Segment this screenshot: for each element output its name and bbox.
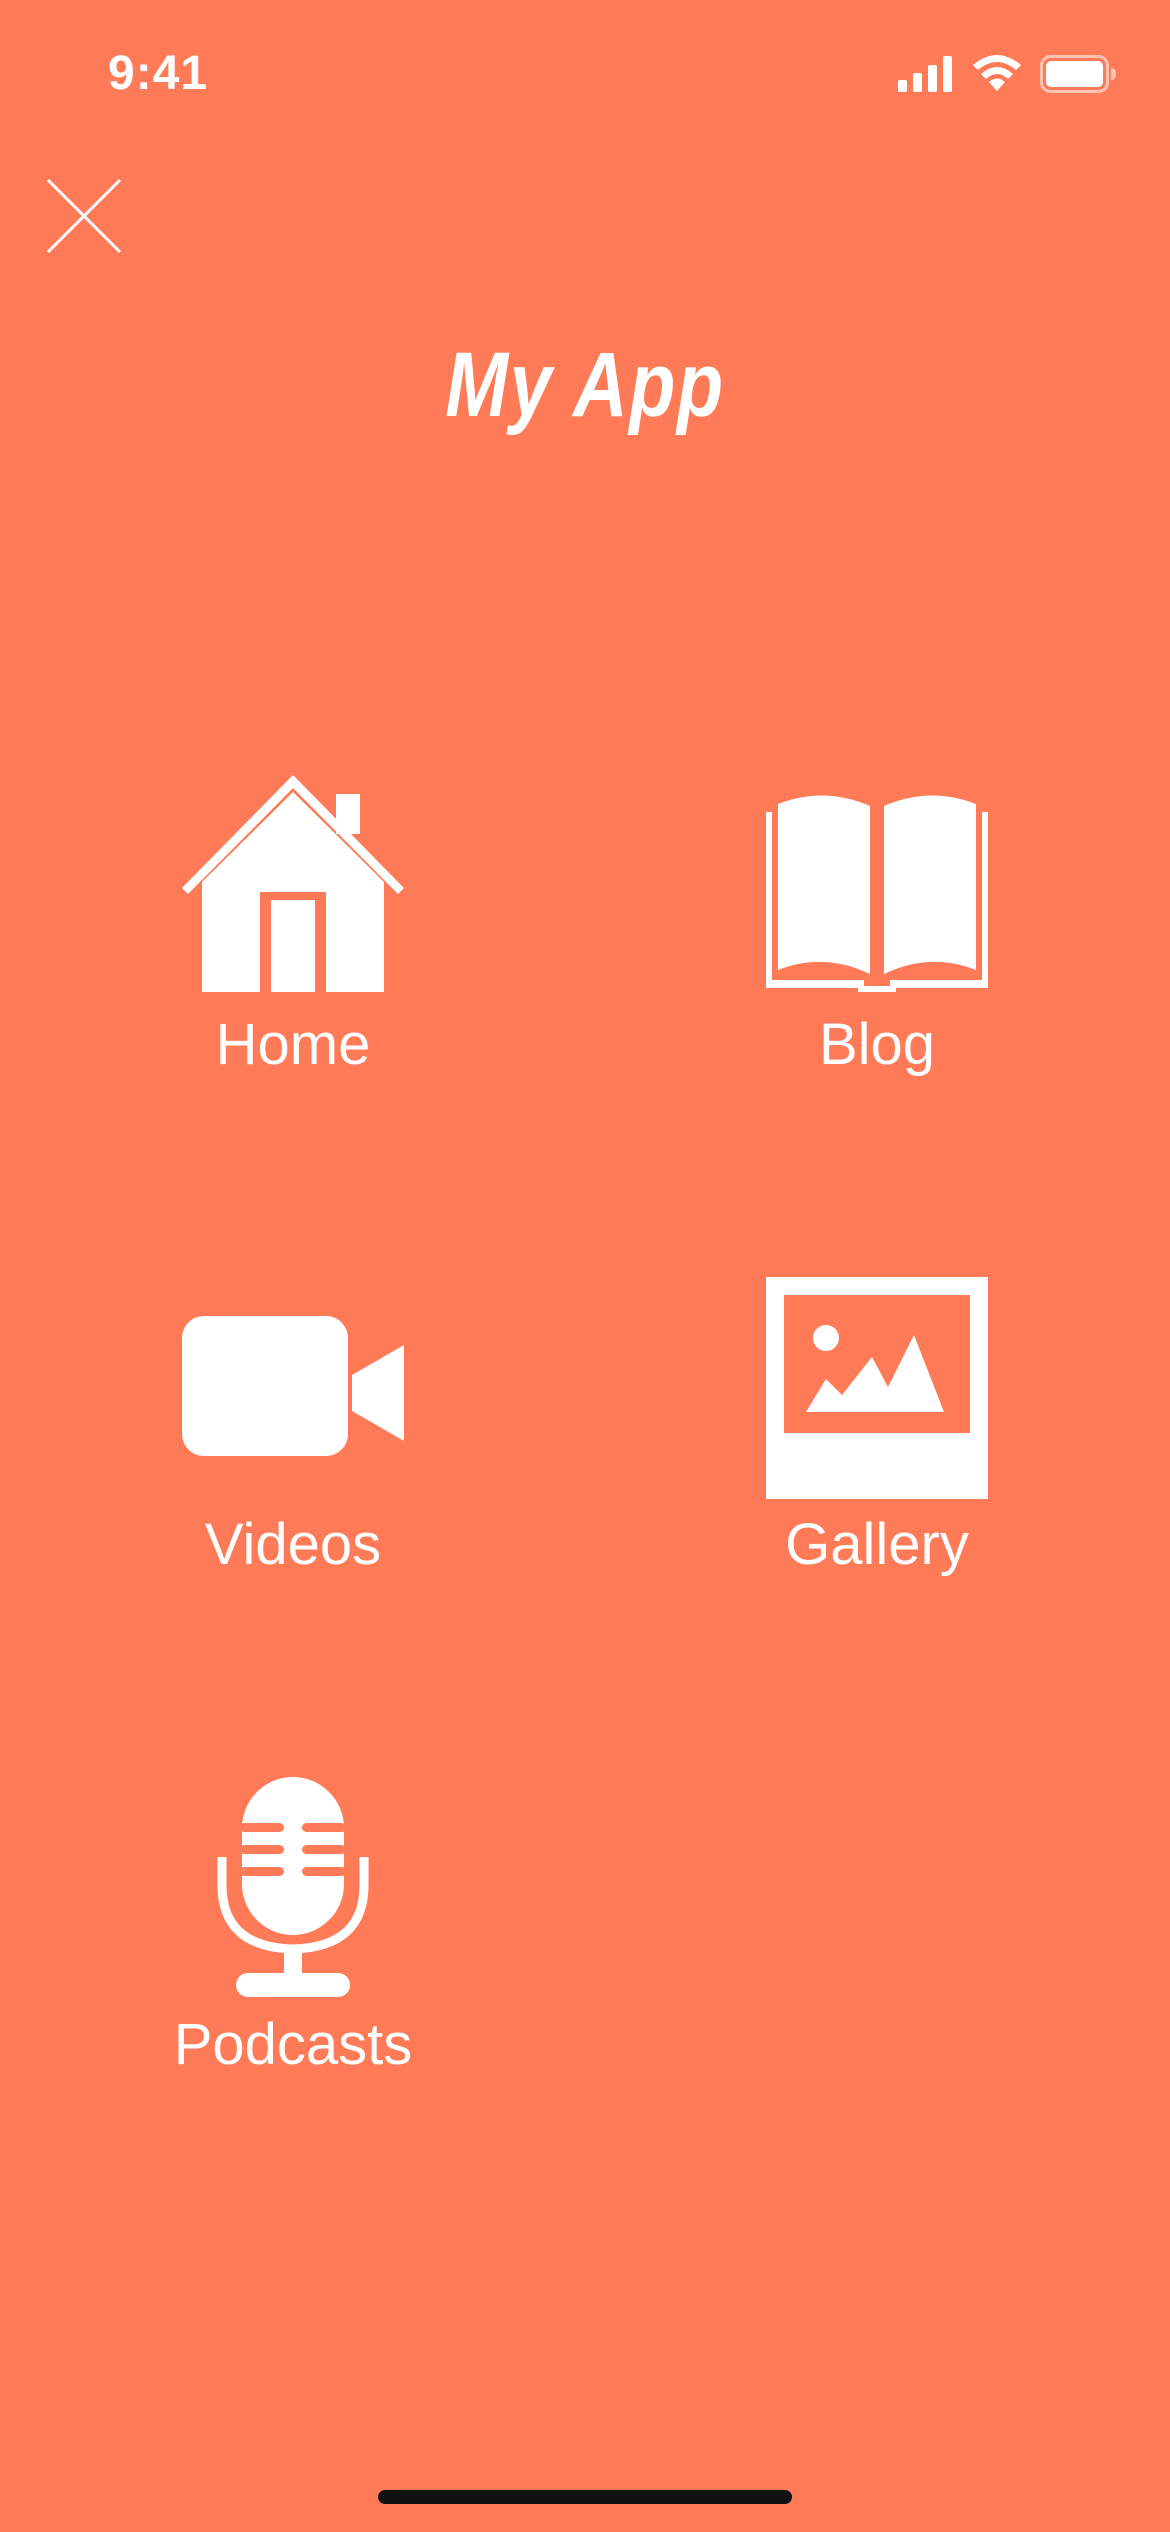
app-title: My App xyxy=(445,334,725,436)
menu-item-label: Gallery xyxy=(785,1512,969,1577)
menu-screen: 9:41 My App Home Blog Videos Gallery Pod… xyxy=(0,0,1170,2532)
wifi-icon xyxy=(973,55,1021,91)
status-time: 9:41 xyxy=(108,47,209,100)
home-indicator[interactable] xyxy=(378,2490,792,2504)
menu-item-blog[interactable]: Blog xyxy=(697,770,1057,1110)
close-icon xyxy=(46,178,122,254)
menu-item-gallery[interactable]: Gallery xyxy=(697,1270,1057,1610)
menu-item-label: Videos xyxy=(204,1512,382,1577)
status-icons xyxy=(898,52,1116,96)
house-icon xyxy=(182,775,404,992)
close-button[interactable] xyxy=(44,176,124,256)
menu-item-label: Podcasts xyxy=(173,2012,413,2077)
menu-item-podcasts[interactable]: Podcasts xyxy=(113,1770,473,2110)
picture-frame-icon xyxy=(766,1277,988,1499)
battery-icon xyxy=(1040,55,1116,93)
open-book-icon xyxy=(766,795,988,992)
menu-item-home[interactable]: Home xyxy=(113,770,473,1110)
microphone-icon xyxy=(217,1777,369,1997)
menu-item-videos[interactable]: Videos xyxy=(113,1270,473,1610)
video-camera-icon xyxy=(182,1316,404,1456)
cellular-signal-icon xyxy=(898,56,952,92)
menu-item-label: Blog xyxy=(818,1012,936,1077)
menu-item-label: Home xyxy=(215,1012,371,1077)
